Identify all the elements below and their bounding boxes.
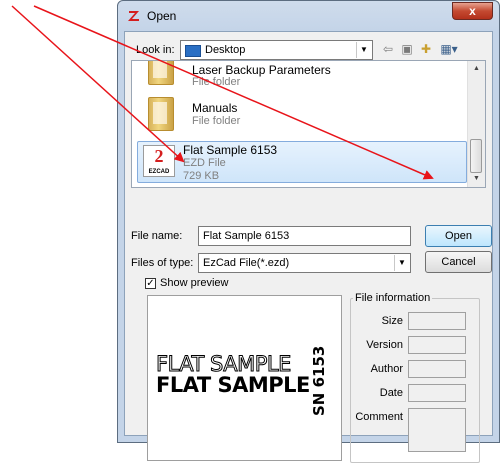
title-bar[interactable]: Open x (118, 1, 499, 29)
vertical-scrollbar[interactable]: ▲ ▼ (467, 61, 485, 187)
back-icon[interactable]: ⇦ (379, 41, 397, 57)
file-size: 729 KB (183, 170, 220, 182)
up-folder-icon[interactable]: ▣ (398, 41, 416, 57)
file-type: EZD File (183, 157, 226, 169)
filename-label: File name: (131, 230, 183, 242)
open-dialog: Open x Look in: Desktop ▼ ⇦ ▣ ✚ ▦▾ Laser… (117, 0, 500, 463)
lookin-label: Look in: (136, 44, 175, 56)
views-menu-icon[interactable]: ▦▾ (436, 41, 462, 57)
show-preview-label: Show preview (160, 277, 229, 289)
list-item[interactable]: Laser Backup Parameters File folder (137, 61, 467, 89)
author-label: Author (370, 363, 403, 375)
scroll-thumb[interactable] (470, 139, 482, 173)
file-list[interactable]: Laser Backup Parameters File folder Manu… (131, 60, 486, 188)
lookin-dropdown[interactable]: Desktop ▼ (180, 40, 373, 60)
chevron-down-icon: ▼ (356, 42, 371, 58)
folder-icon (148, 61, 174, 85)
filetype-label: Files of type: (131, 257, 194, 269)
new-folder-icon[interactable]: ✚ (417, 41, 435, 57)
version-field (408, 336, 466, 354)
comment-label: Comment (355, 411, 403, 423)
preview-line-bold: FLAT SAMPLE (156, 373, 310, 397)
folder-icon (148, 97, 174, 131)
close-button[interactable]: x (452, 2, 493, 20)
date-label: Date (379, 387, 403, 399)
size-field (408, 312, 466, 330)
file-name: Flat Sample 6153 (183, 143, 278, 157)
chevron-down-icon: ▼ (394, 255, 409, 271)
version-label: Version (366, 339, 403, 351)
list-item[interactable]: Manuals File folder (137, 95, 467, 135)
file-name: Manuals (192, 101, 238, 115)
show-preview-checkbox[interactable]: ✓ (145, 278, 156, 289)
filetype-dropdown[interactable]: EzCad File(*.ezd) ▼ (198, 253, 411, 273)
filename-input[interactable]: Flat Sample 6153 (198, 226, 411, 246)
size-label: Size (381, 315, 403, 327)
lookin-value: Desktop (205, 44, 246, 56)
dialog-body: Look in: Desktop ▼ ⇦ ▣ ✚ ▦▾ Laser Backup… (124, 31, 493, 463)
cancel-button[interactable]: Cancel (425, 251, 492, 273)
author-field (408, 360, 466, 378)
close-icon: x (469, 4, 476, 18)
preview-pane: FLAT SAMPLE FLAT SAMPLE SN 6153 (147, 295, 342, 461)
file-info-title: File information (353, 292, 433, 304)
ezd-file-icon: 2 EZCAD (143, 145, 175, 177)
preview-serial: SN 6153 (310, 345, 328, 416)
open-button[interactable]: Open (425, 225, 492, 247)
window-title: Open (147, 9, 177, 23)
ezcad-icon (128, 11, 139, 21)
scroll-down-icon[interactable]: ▼ (468, 171, 485, 187)
list-item-selected[interactable]: 2 EZCAD Flat Sample 6153 EZD File 729 KB (137, 141, 467, 183)
desktop-icon (185, 45, 201, 57)
comment-field (408, 408, 466, 452)
scroll-up-icon[interactable]: ▲ (468, 61, 485, 77)
file-type: File folder (192, 76, 241, 88)
file-type: File folder (192, 115, 241, 127)
file-name: Laser Backup Parameters (192, 63, 331, 77)
date-field (408, 384, 466, 402)
